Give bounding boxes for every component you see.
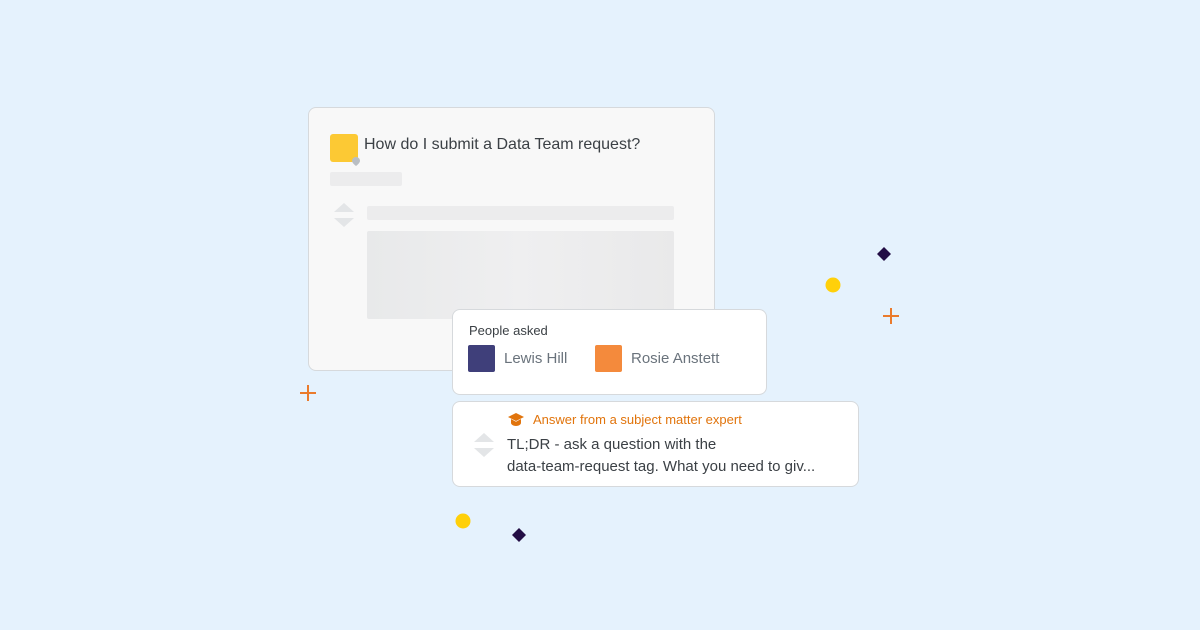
location-pin-icon [352,157,360,166]
person-item[interactable]: Rosie Anstett [595,345,719,372]
avatar [595,345,622,372]
answer-line: data-team-request tag. What you need to … [507,458,816,475]
vote-arrows-icon[interactable] [473,432,495,458]
content-block-placeholder [367,231,674,319]
person-name: Lewis Hill [504,350,568,367]
person-item[interactable]: Lewis Hill [468,345,567,372]
graduation-cap-icon [508,412,524,426]
dot-decoration [455,513,471,529]
question-title[interactable]: How do I submit a Data Team request? [364,136,640,154]
dot-decoration [825,277,841,293]
plus-decoration [883,308,899,324]
avatar [468,345,495,372]
plus-decoration [300,385,316,401]
answer-line: TL;DR - ask a question with the [507,436,717,453]
people-asked-card: People asked Lewis Hill Rosie Anstett [452,309,767,395]
sme-badge-label: Answer from a subject matter expert [533,412,742,427]
meta-placeholder [330,172,402,186]
answer-card[interactable]: Answer from a subject matter expert TL;D… [452,401,859,487]
person-name: Rosie Anstett [631,350,720,367]
diamond-decoration [512,528,526,542]
diamond-decoration [877,247,891,261]
vote-arrows-icon[interactable] [333,202,355,228]
people-asked-label: People asked [469,323,548,338]
answer-excerpt[interactable]: TL;DR - ask a question with the data-tea… [507,434,847,478]
content-line-placeholder [367,206,674,220]
sme-badge: Answer from a subject matter expert [508,412,742,427]
